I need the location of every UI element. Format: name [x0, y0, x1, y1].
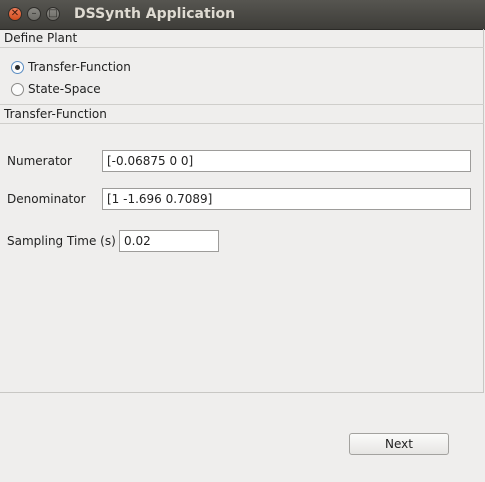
define-plant-label: Define Plant [4, 31, 78, 45]
plant-panel: Define Plant Transfer-Function State-Spa… [0, 29, 484, 393]
divider [0, 47, 484, 48]
next-button[interactable]: Next [349, 433, 449, 455]
radio-transfer-function[interactable]: Transfer-Function [11, 59, 131, 75]
minimize-window-button[interactable]: – [27, 7, 41, 21]
window-title: DSSynth Application [74, 6, 236, 22]
radio-button-unchecked[interactable] [11, 82, 24, 96]
divider [0, 104, 484, 105]
sampling-time-label: Sampling Time (s) [7, 234, 116, 248]
denominator-label: Denominator [7, 192, 86, 206]
sampling-time-input[interactable] [119, 230, 219, 252]
maximize-window-button[interactable]: □ [46, 7, 60, 21]
numerator-input[interactable] [102, 150, 471, 172]
radio-button-checked[interactable] [11, 60, 24, 74]
radio-label: Transfer-Function [28, 60, 131, 74]
numerator-label: Numerator [7, 154, 72, 168]
denominator-input[interactable] [102, 188, 471, 210]
transfer-function-label: Transfer-Function [4, 107, 107, 121]
window-titlebar: ✕ – □ DSSynth Application [0, 0, 485, 30]
radio-state-space[interactable]: State-Space [11, 81, 101, 97]
close-window-button[interactable]: ✕ [8, 7, 22, 21]
radio-label: State-Space [28, 82, 101, 96]
divider [0, 123, 484, 124]
